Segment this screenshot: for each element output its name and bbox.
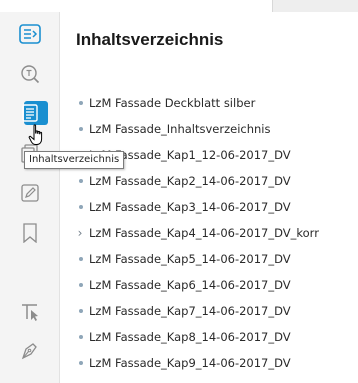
toc-item-label: LzM Fassade_Kap8_14-06-2017_DV — [89, 330, 291, 344]
text-select-icon — [22, 304, 38, 321]
toc-item-label: LzM Fassade_Inhaltsverzeichnis — [89, 122, 271, 136]
toc-item[interactable]: LzM Fassade_Kap5_14-06-2017_DV — [60, 246, 358, 272]
toc-item[interactable]: LzM Fassade Deckblatt silber — [60, 90, 358, 116]
toc-list: LzM Fassade Deckblatt silber LzM Fassade… — [60, 90, 358, 376]
toc-item[interactable]: LzM Fassade_Kap3_14-06-2017_DV — [60, 194, 358, 220]
toc-item[interactable]: LzM Fassade_Inhaltsverzeichnis — [60, 116, 358, 142]
text-select-button[interactable] — [0, 292, 60, 332]
toc-item[interactable]: LzM Fassade_Kap6_14-06-2017_DV — [60, 272, 358, 298]
toc-item-label: LzM Fassade_Kap2_14-06-2017_DV — [89, 174, 291, 188]
chevron-right-icon[interactable]: › — [75, 220, 85, 246]
toc-item-label: LzM Fassade_Kap7_14-06-2017_DV — [89, 304, 291, 318]
bookmark-icon — [23, 223, 37, 243]
sidebar-toolbar — [0, 12, 60, 383]
top-strip — [0, 0, 358, 12]
table-of-contents-icon — [22, 104, 38, 122]
sign-button[interactable] — [0, 330, 60, 370]
tooltip: Inhaltsverzeichnis — [24, 151, 125, 169]
search-button[interactable] — [0, 54, 60, 94]
toc-item[interactable]: LzM Fassade_Kap9_14-06-2017_DV — [60, 350, 358, 376]
sign-icon — [21, 343, 37, 360]
toc-item-label: LzM Fassade_Kap4_14-06-2017_DV_korr — [89, 226, 319, 240]
annotations-button[interactable] — [0, 173, 60, 213]
viewer-window: Inhaltsverzeichnis LzM Fassade Deckblatt… — [0, 0, 358, 383]
top-strip-edge — [272, 0, 358, 12]
panel-title: Inhaltsverzeichnis — [76, 30, 224, 49]
toc-item[interactable]: LzM Fassade_Kap2_14-06-2017_DV — [60, 168, 358, 194]
expand-panel-icon — [19, 24, 41, 44]
toc-item-label: LzM Fassade_Kap6_14-06-2017_DV — [89, 278, 291, 292]
annotation-icon — [21, 184, 39, 202]
toggle-panel-button[interactable] — [0, 14, 60, 54]
toc-item[interactable]: LzM Fassade_Kap8_14-06-2017_DV — [60, 324, 358, 350]
toc-panel: Inhaltsverzeichnis LzM Fassade Deckblatt… — [60, 12, 358, 383]
toc-item-label: LzM Fassade_Kap3_14-06-2017_DV — [89, 200, 291, 214]
toc-item-label: LzM Fassade Deckblatt silber — [89, 96, 256, 110]
toc-item-expandable[interactable]: › LzM Fassade_Kap4_14-06-2017_DV_korr — [60, 220, 358, 246]
hand-cursor-icon — [28, 124, 43, 145]
bookmarks-button[interactable] — [0, 213, 60, 253]
toc-item-label: LzM Fassade_Kap9_14-06-2017_DV — [89, 356, 291, 370]
toc-item-label: LzM Fassade_Kap5_14-06-2017_DV — [89, 252, 291, 266]
search-icon — [21, 65, 40, 84]
toc-item[interactable]: LzM Fassade_Kap7_14-06-2017_DV — [60, 298, 358, 324]
